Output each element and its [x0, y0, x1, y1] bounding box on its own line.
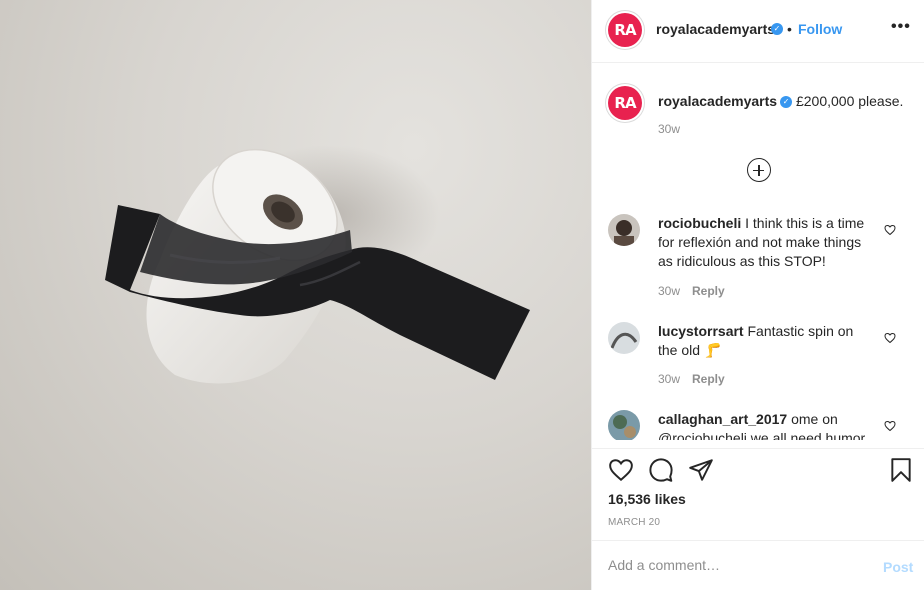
add-comment-input[interactable]	[608, 557, 858, 573]
caption-username[interactable]: royalacademyarts	[658, 93, 777, 109]
post-date: MARCH 20	[608, 517, 661, 528]
comment-avatar[interactable]	[608, 214, 640, 246]
comment-avatar[interactable]	[608, 322, 640, 354]
load-more-comments-icon[interactable]	[747, 158, 771, 182]
post-image[interactable]	[0, 0, 591, 590]
comment-age: 30w	[658, 372, 681, 386]
caption-text: £200,000 please.	[795, 93, 904, 109]
caption-avatar[interactable]: RA	[608, 86, 642, 120]
like-comment-heart-icon[interactable]	[884, 224, 896, 236]
comment-meta: 30w Reply	[658, 372, 737, 386]
comment-composer: Post	[592, 540, 924, 590]
more-options-icon[interactable]: •••	[891, 18, 911, 36]
comment-age: 30w	[658, 284, 681, 298]
reply-button[interactable]: Reply	[692, 372, 725, 386]
comment-avatar[interactable]	[608, 410, 640, 440]
comment-username[interactable]: lucystorrsart	[658, 323, 744, 339]
follow-button[interactable]: Follow	[798, 21, 842, 37]
like-comment-heart-icon[interactable]	[884, 420, 896, 432]
caption-age: 30w	[658, 122, 681, 136]
avatar[interactable]: RA	[608, 13, 642, 47]
post-comment-button[interactable]: Post	[883, 559, 913, 575]
comment-text-block: lucystorrsart Fantastic spin on the old …	[658, 322, 873, 360]
header-username[interactable]: royalacademyarts	[656, 21, 775, 37]
verified-badge-icon: ✓	[771, 23, 783, 35]
action-bar: 16,536 likes MARCH 20	[592, 448, 924, 540]
reply-button[interactable]: Reply	[692, 284, 725, 298]
share-paper-plane-icon[interactable]	[688, 457, 714, 483]
post-panel: RA royalacademyarts ✓ • Follow ••• RA ro…	[591, 0, 924, 590]
like-heart-icon[interactable]	[608, 457, 634, 483]
comment-text-block: callaghan_art_2017 ome on @rociobucheli …	[658, 410, 873, 440]
comment-username[interactable]: rociobucheli	[658, 215, 741, 231]
post-header: RA royalacademyarts ✓ • Follow •••	[592, 0, 924, 63]
comment-text-block: rociobucheli I think this is a time for …	[658, 214, 873, 271]
toilet-roll-duct-tape-artwork	[105, 145, 530, 384]
post-caption: royalacademyarts ✓ £200,000 please.	[658, 92, 908, 110]
bookmark-icon[interactable]	[888, 457, 914, 483]
comment-meta: 30w Reply	[658, 284, 737, 298]
verified-badge-icon: ✓	[780, 96, 793, 109]
likes-count[interactable]: 16,536 likes	[608, 491, 686, 507]
comment-username[interactable]: callaghan_art_2017	[658, 411, 787, 427]
comment-bubble-icon[interactable]	[648, 457, 674, 483]
leg-emoji: 🦵	[703, 342, 722, 358]
comment-list[interactable]: rociobucheli I think this is a time for …	[592, 200, 924, 440]
like-comment-heart-icon[interactable]	[884, 332, 896, 344]
separator-dot: •	[787, 21, 792, 37]
